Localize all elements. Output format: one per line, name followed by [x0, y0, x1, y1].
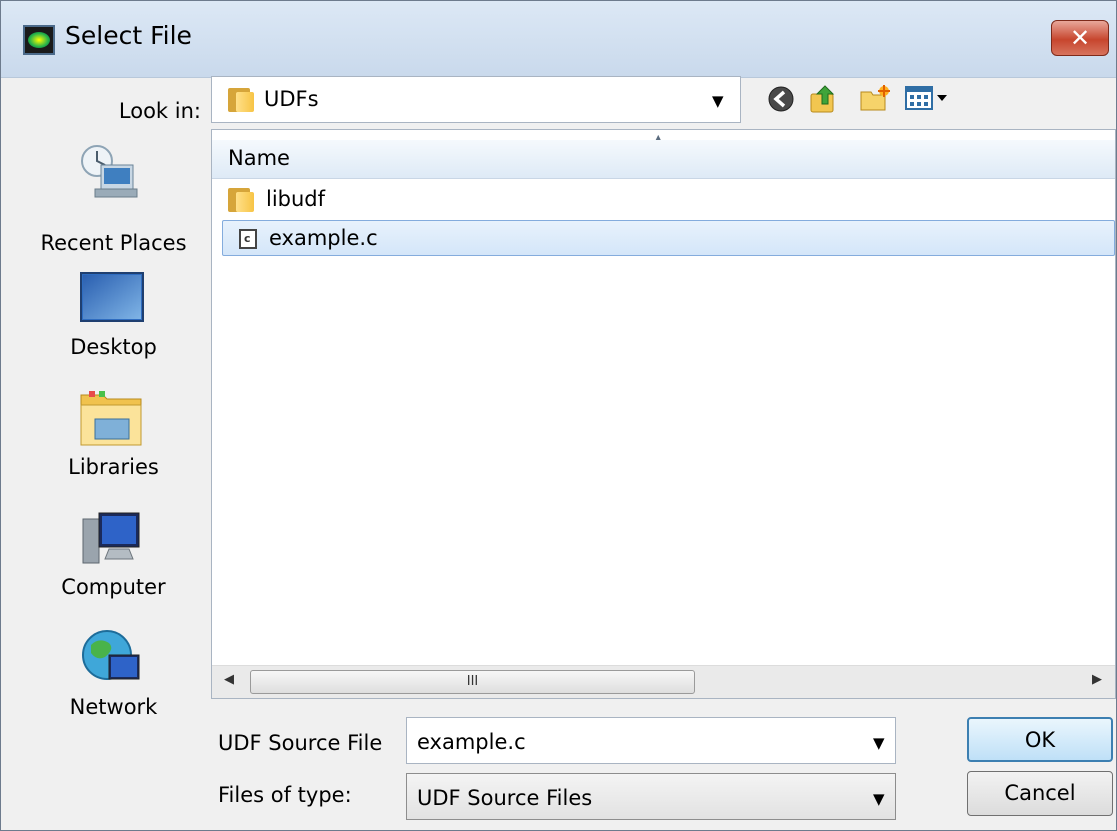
scroll-thumb[interactable]: III	[250, 670, 695, 694]
place-label: Libraries	[68, 455, 159, 479]
back-icon[interactable]	[766, 84, 796, 114]
lookin-dropdown[interactable]: UDFs ▼	[211, 76, 741, 123]
place-label: Network	[69, 695, 158, 719]
recent-places-icon	[81, 145, 138, 198]
file-list[interactable]: ▲ Name libudf c example.c ◀ III ▶	[211, 129, 1116, 699]
app-icon	[23, 25, 55, 55]
lookin-value: UDFs	[264, 87, 319, 111]
scroll-right-icon[interactable]: ▶	[1092, 672, 1102, 687]
folder-icon	[228, 86, 256, 114]
computer-icon	[82, 512, 140, 564]
filetype-select[interactable]: UDF Source Files ▼	[406, 773, 896, 820]
network-icon	[82, 630, 140, 680]
list-item-name: libudf	[266, 187, 326, 211]
chevron-down-icon[interactable]: ▼	[873, 790, 885, 808]
list-item-name: example.c	[269, 226, 378, 250]
scroll-left-icon[interactable]: ◀	[224, 672, 234, 687]
chevron-down-icon[interactable]: ▼	[712, 92, 724, 110]
desktop-icon	[80, 272, 144, 322]
filetype-value: UDF Source Files	[417, 786, 593, 810]
filename-input[interactable]: example.c ▼	[406, 717, 896, 764]
libraries-icon	[80, 391, 142, 446]
filename-value[interactable]: example.c	[417, 730, 526, 754]
close-button[interactable]: ✕	[1051, 20, 1109, 56]
list-item-folder[interactable]: libudf	[222, 182, 1115, 218]
chevron-down-icon[interactable]: ▼	[873, 734, 885, 752]
ok-button[interactable]: OK	[967, 717, 1113, 762]
horizontal-scrollbar[interactable]: ◀ III ▶	[212, 665, 1115, 698]
up-folder-icon[interactable]	[809, 82, 839, 113]
view-menu-icon[interactable]	[905, 85, 965, 115]
places-bar: Recent Places Desktop Libraries Computer…	[21, 127, 206, 787]
folder-icon	[228, 186, 256, 214]
select-file-dialog: Select File ✕ Look in: UDFs ▼ Recent Pla…	[0, 0, 1117, 831]
column-header-name[interactable]: Name	[212, 140, 1115, 179]
place-label: Desktop	[70, 335, 157, 359]
window-title: Select File	[65, 21, 192, 50]
lookin-label: Look in:	[118, 99, 201, 123]
place-network[interactable]: Network	[21, 627, 206, 737]
column-header-label: Name	[228, 146, 290, 170]
list-item-file-selected[interactable]: c example.c	[222, 220, 1115, 256]
title-bar[interactable]: Select File ✕	[1, 1, 1116, 78]
place-computer[interactable]: Computer	[21, 509, 206, 619]
filetype-label: Files of type:	[218, 783, 352, 807]
new-folder-icon[interactable]	[859, 84, 890, 114]
c-file-icon: c	[239, 229, 257, 249]
place-desktop[interactable]: Desktop	[21, 267, 206, 377]
place-label: Computer	[61, 575, 166, 599]
filename-label: UDF Source File	[218, 731, 383, 755]
place-libraries[interactable]: Libraries	[21, 389, 206, 499]
cancel-button[interactable]: Cancel	[967, 771, 1113, 816]
place-label: Recent Places	[40, 231, 187, 255]
place-recent-places[interactable]: Recent Places	[21, 143, 206, 255]
